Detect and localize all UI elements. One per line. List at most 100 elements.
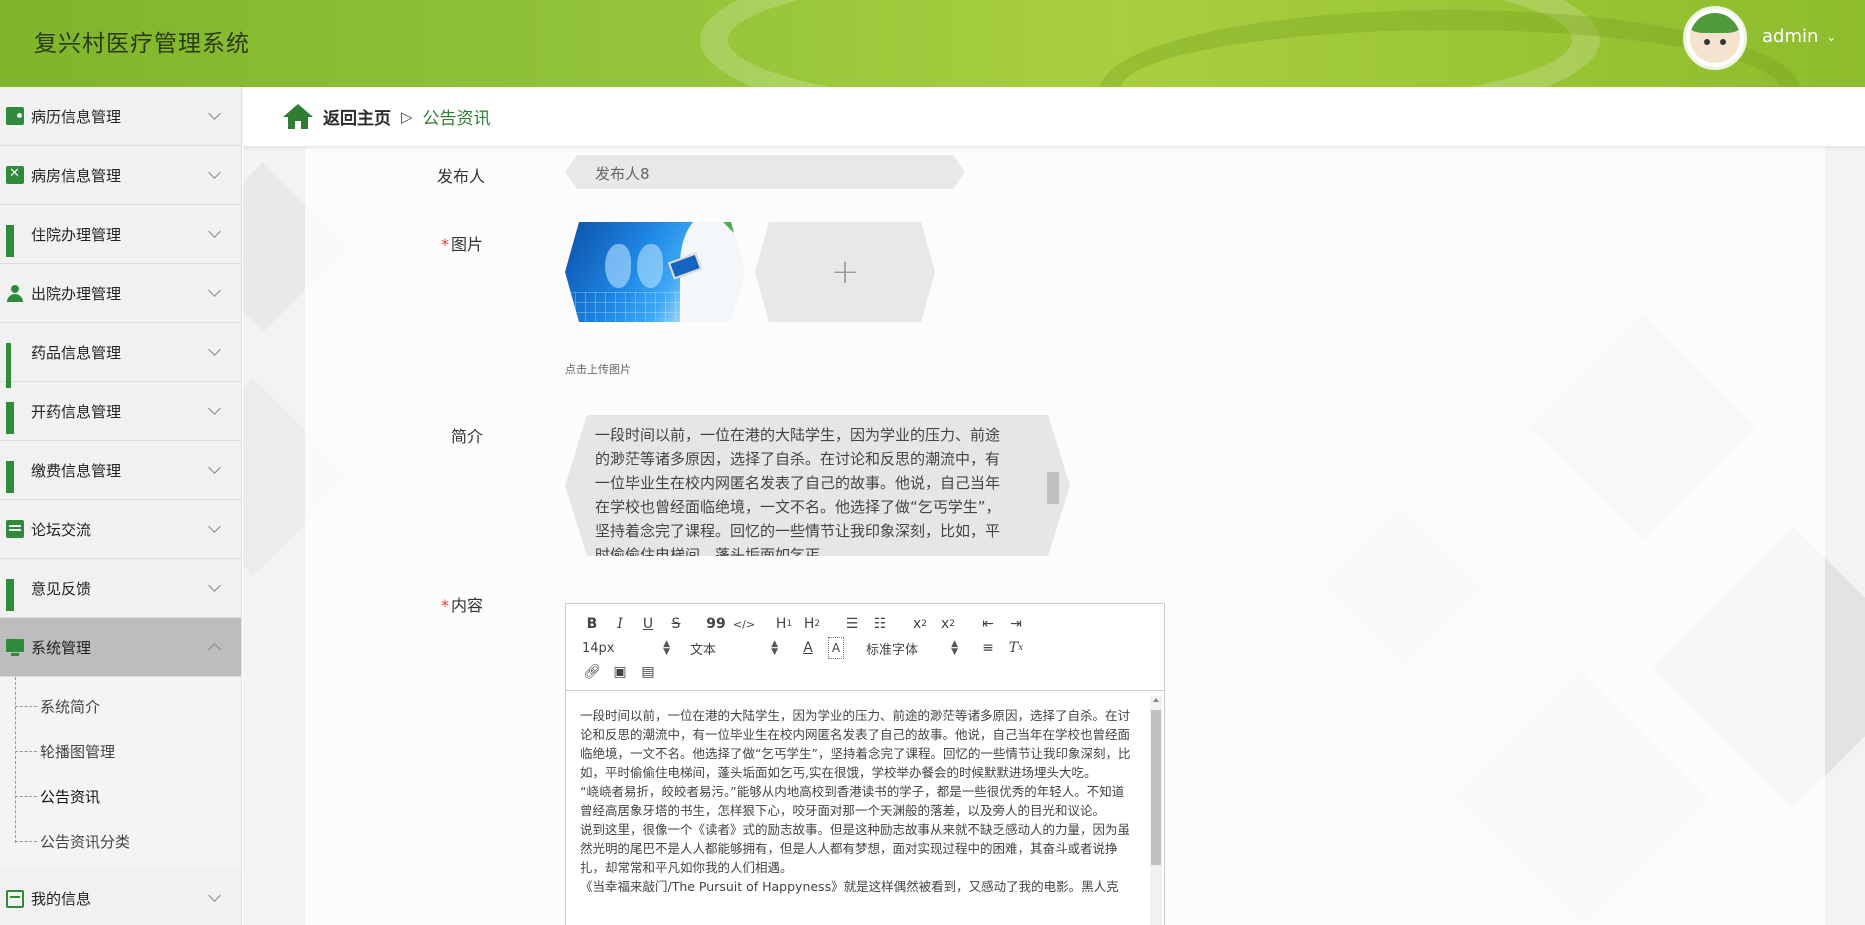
sidebar-item-payment[interactable]: 缴费信息管理 [0,441,241,500]
editor-scrollbar[interactable] [1150,696,1162,925]
italic-button[interactable]: I [606,613,634,635]
background-color-icon[interactable]: A [828,637,844,659]
plus-icon: + [830,252,860,292]
grid-icon [6,402,24,434]
chevron-up-icon [208,643,221,656]
intro-label: 简介 [450,427,483,446]
sidebar-item-label: 开药信息管理 [31,402,122,421]
sidebar-item-prescription[interactable]: 开药信息管理 [0,382,241,441]
wallet-icon [6,107,24,125]
indent-icon[interactable]: ⇥ [1002,613,1030,635]
strikethrough-button[interactable]: S [662,613,690,635]
system-submenu: 系统简介 轮播图管理 公告资讯 公告资讯分类 [0,677,241,869]
clipboard-icon [6,520,24,538]
sidebar-item-system[interactable]: 系统管理 [0,618,241,677]
sidebar-item-my-info[interactable]: 我的信息 [0,869,241,925]
sidebar-item-label: 我的信息 [31,890,92,908]
person-icon [6,284,24,302]
upload-image-button[interactable]: + [755,222,935,322]
submenu-item-announcement-category[interactable]: 公告资讯分类 [0,819,241,864]
bold-button[interactable]: B [578,613,606,635]
breadcrumb: 返回主页 ▷ 公告资讯 [243,87,1865,147]
ordered-list-icon[interactable]: ☰ [838,613,866,635]
grid9-icon [6,343,24,388]
image-label: * 图片 [440,235,483,254]
text-color-icon[interactable]: A [794,637,822,659]
sidebar-item-medicine[interactable]: 药品信息管理 [0,323,241,388]
editor-content[interactable]: 一段时间以前，一位在港的大陆学生，因为学业的压力、前途的渺茫等诸多原因，选择了自… [566,694,1150,925]
clipboard-x-icon [6,166,24,184]
home-icon[interactable] [283,103,313,130]
sidebar-item-label: 出院办理管理 [31,284,122,303]
subscript-button[interactable]: x2 [906,613,934,635]
breadcrumb-separator-icon: ▷ [401,107,413,126]
editor-paragraph: “峣峣者易折，皎皎者易污。”能够从内地高校到香港读书的学子，都是一些很优秀的年轻… [580,784,1125,818]
video-icon[interactable]: ▤ [634,661,662,683]
user-menu[interactable]: admin ⌄ [1762,26,1836,47]
sidebar-item-feedback[interactable]: 意见反馈 [0,559,241,618]
monitor-icon [6,639,24,656]
sidebar-item-discharge[interactable]: 出院办理管理 [0,264,241,323]
chevron-down-icon [208,461,221,474]
sidebar-item-medical-records[interactable]: 病历信息管理 [0,87,241,146]
top-header: 复兴村医疗管理系统 admin ⌄ [0,0,1865,87]
heading2-button[interactable]: H2 [798,613,826,635]
app-title: 复兴村医疗管理系统 [34,31,250,57]
submenu-item-system-intro[interactable]: 系统简介 [0,684,241,729]
uploaded-image-thumbnail[interactable] [565,222,745,322]
sidebar-item-label: 论坛交流 [31,520,92,539]
outdent-icon[interactable]: ⇤ [974,613,1002,635]
link-icon[interactable]: 🔗︎ [578,661,606,683]
card-icon [6,889,24,908]
blockquote-button[interactable]: 99 [702,613,730,635]
username: admin [1762,26,1819,47]
sidebar-item-admission[interactable]: 住院办理管理 [0,205,241,264]
submenu-item-carousel[interactable]: 轮播图管理 [0,729,241,774]
editor-scrollbar-thumb[interactable] [1151,710,1161,865]
intro-textarea[interactable]: 一段时间以前，一位在港的大陆学生，因为学业的压力、前途的渺茫等诸多原因，选择了自… [565,415,1070,556]
align-icon[interactable]: ≡ [974,637,1002,659]
sidebar-item-label: 住院办理管理 [31,225,122,244]
intro-scrollbar[interactable] [1047,472,1059,504]
publisher-label: 发布人 [436,167,485,186]
editor-paragraph: 说到这里，很像一个《读者》式的励志故事。但是这种励志故事从来就不缺乏感动人的力量… [580,822,1131,875]
chevron-down-icon: ⌄ [1826,29,1837,44]
editor-paragraph: 一段时间以前，一位在港的大陆学生，因为学业的压力、前途的渺茫等诸多原因，选择了自… [580,708,1131,780]
heading1-button[interactable]: H1 [770,613,798,635]
clear-format-icon[interactable]: Tx [1002,637,1030,659]
publisher-value: 发布人8 [595,165,650,183]
font-family-select[interactable]: 标准字体 ▲ ▼ [862,639,962,658]
upload-hint: 点击上传图片 [565,363,631,376]
form-panel: 发布人 发布人8 * 图片 + 点击上传图片 简介 一段时间以前，一位在港的大陆学… [305,147,1825,925]
code-block-button[interactable]: </> [730,613,758,635]
sidebar-item-label: 系统管理 [31,638,92,657]
chevron-down-icon [208,402,221,415]
sidebar-item-label: 药品信息管理 [31,343,122,362]
avatar[interactable] [1683,6,1747,70]
font-size-select[interactable]: 14px ▲ ▼ [578,640,674,657]
sidebar-item-label: 缴费信息管理 [31,461,122,480]
superscript-button[interactable]: x2 [934,613,962,635]
content-label: * 内容 [440,596,483,615]
grid-icon [6,461,24,493]
sidebar-item-ward[interactable]: 病房信息管理 [0,146,241,205]
chevron-down-icon [208,166,221,179]
chevron-down-icon [208,579,221,592]
breadcrumb-home-link[interactable]: 返回主页 [323,104,391,129]
grid-icon [6,579,24,611]
submenu-item-announcements[interactable]: 公告资讯 [0,774,241,819]
chevron-down-icon [208,343,221,356]
image-icon[interactable]: ▣ [606,661,634,683]
chevron-down-icon [208,889,221,902]
bullet-list-icon[interactable]: ☷ [866,613,894,635]
main-content: 发布人 发布人8 * 图片 + 点击上传图片 简介 一段时间以前，一位在港的大陆学… [243,147,1865,925]
success-check-icon [723,222,735,234]
sidebar: 病历信息管理 病房信息管理 住院办理管理 出院办理管理 药品信息管理 开药信息管… [0,87,242,925]
rich-text-editor: B I U S 99 </> H1 H2 ☰ ☷ x2 x2 ⇤ ⇥ 14px … [565,603,1165,925]
sidebar-item-label: 病房信息管理 [31,166,122,185]
block-type-select[interactable]: 文本 ▲ ▼ [686,639,782,658]
editor-paragraph: 《当幸福来敲门/The Pursuit of Happyness》就是这样偶然被… [580,879,1119,894]
editor-toolbar: B I U S 99 </> H1 H2 ☰ ☷ x2 x2 ⇤ ⇥ 14px … [566,604,1164,691]
underline-button[interactable]: U [634,613,662,635]
sidebar-item-forum[interactable]: 论坛交流 [0,500,241,559]
